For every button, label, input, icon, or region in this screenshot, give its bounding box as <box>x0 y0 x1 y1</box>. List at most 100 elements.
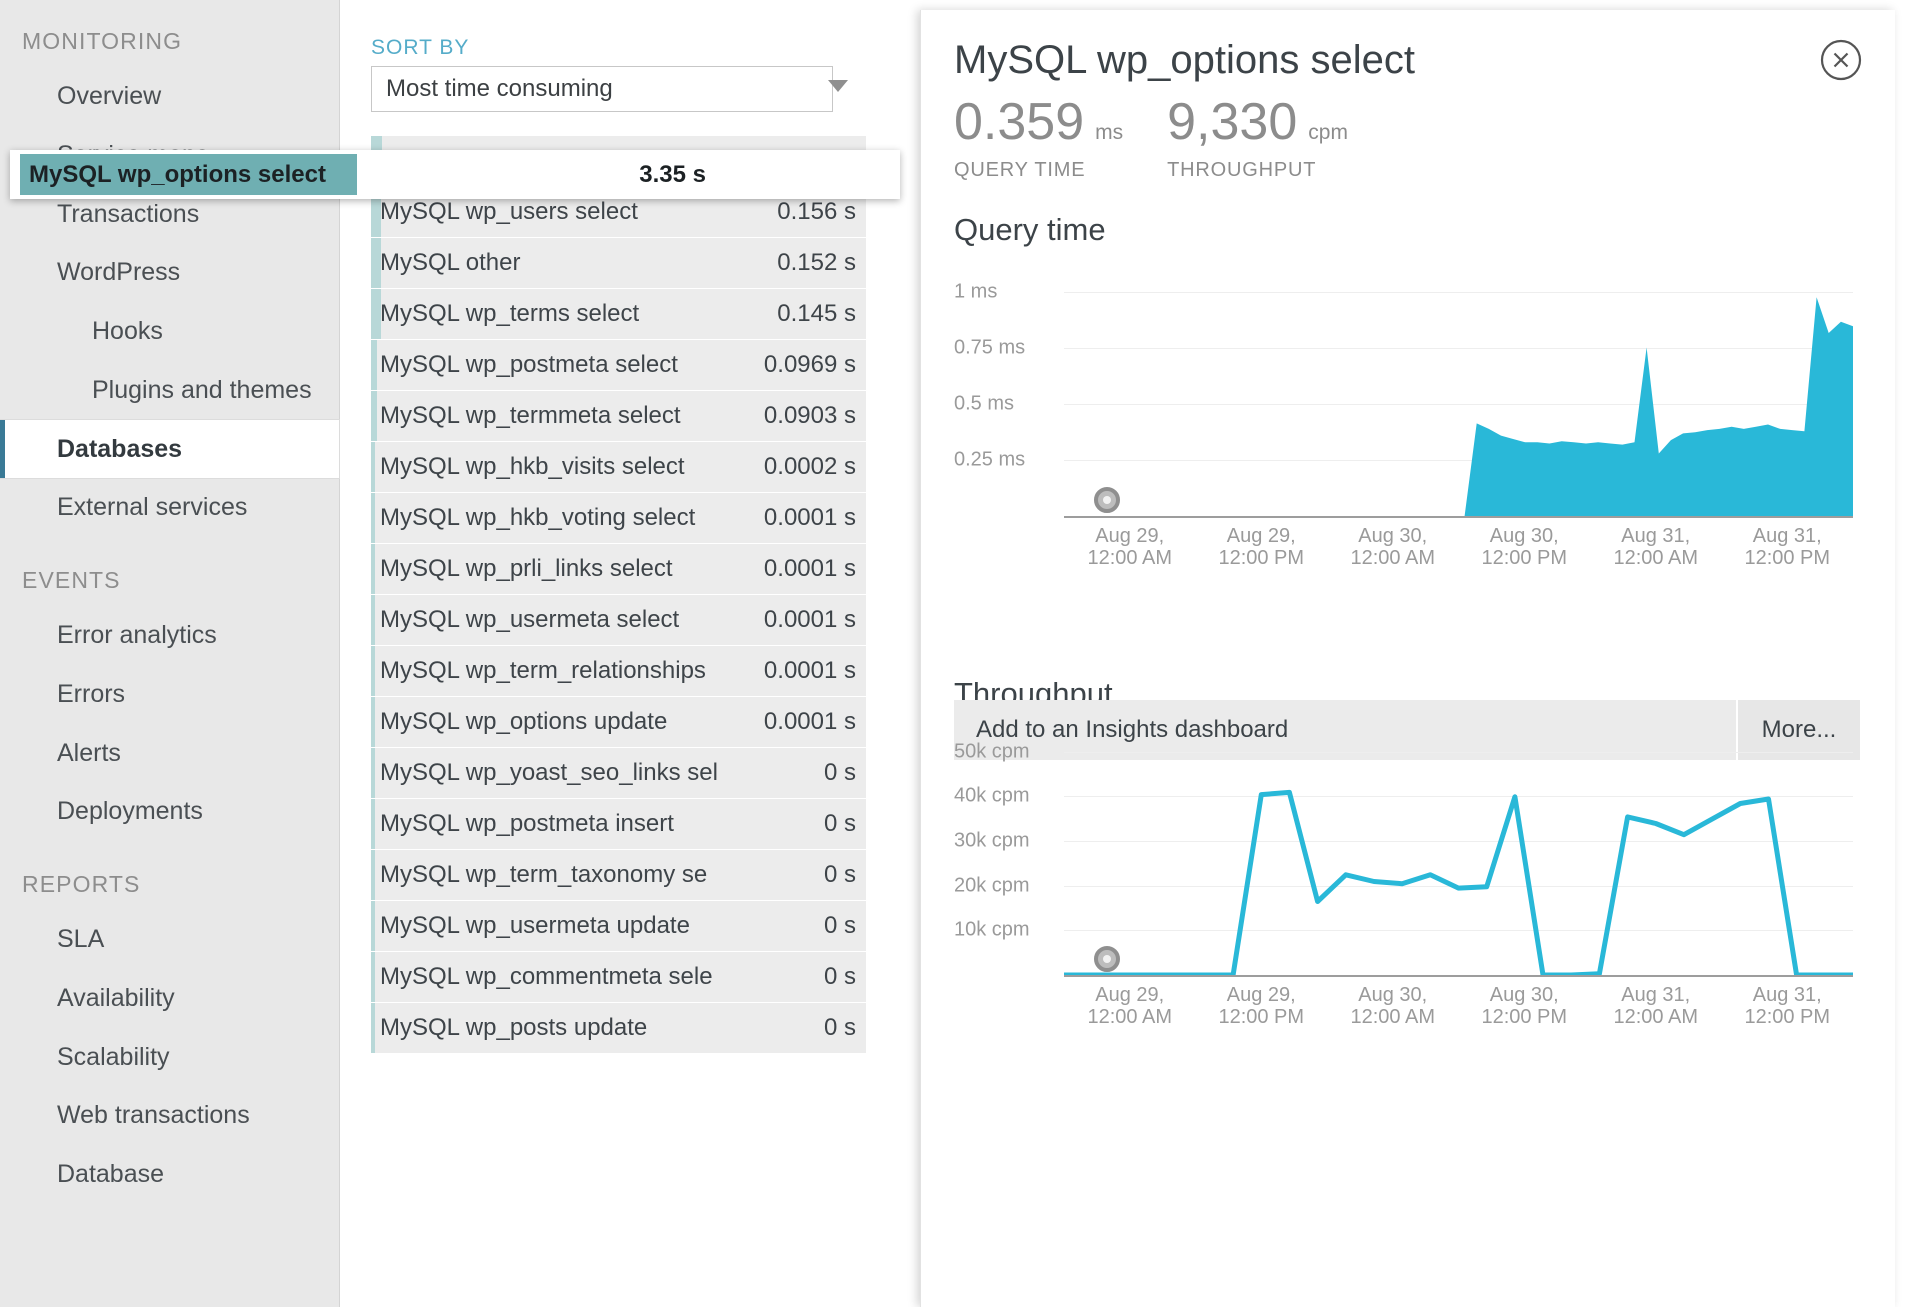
sidebar-item-external-services[interactable]: External services <box>0 478 339 537</box>
y-axis-tick-label: 40k cpm <box>954 785 1030 808</box>
table-row[interactable]: MySQL wp_hkb_visits select0.0002 s <box>371 442 866 492</box>
sidebar-item-alerts[interactable]: Alerts <box>0 724 339 783</box>
chart-scrubber-handle[interactable] <box>1094 946 1120 972</box>
row-name: MySQL wp_posts update <box>371 1014 824 1042</box>
x-axis-tick-label: Aug 30,12:00 AM <box>1350 525 1435 570</box>
table-row[interactable]: MySQL wp_postmeta insert0 s <box>371 799 866 849</box>
table-row[interactable]: MySQL other0.152 s <box>371 238 866 288</box>
x-axis-tick-label: Aug 30,12:00 PM <box>1481 525 1567 570</box>
sidebar-item-database[interactable]: Database <box>0 1145 339 1204</box>
throughput-value: 9,330 <box>1167 95 1297 150</box>
chart-series <box>1064 266 1853 516</box>
sort-by-select[interactable]: Most time consuming <box>371 66 833 112</box>
y-axis-tick-label: 20k cpm <box>954 874 1030 897</box>
close-icon[interactable] <box>1819 38 1863 82</box>
row-name: MySQL wp_options update <box>371 708 764 736</box>
chart-series <box>1064 730 1853 975</box>
table-row[interactable]: MySQL wp_options update0.0001 s <box>371 697 866 747</box>
query-time-unit: ms <box>1095 121 1123 145</box>
sidebar-item-errors[interactable]: Errors <box>0 665 339 724</box>
detail-title: MySQL wp_options select <box>921 10 1895 83</box>
sidebar-item-wordpress[interactable]: WordPress <box>0 243 339 302</box>
row-value: 0.0903 s <box>764 402 866 430</box>
row-value: 0 s <box>824 912 866 940</box>
sort-by-label: SORT BY <box>341 0 896 66</box>
row-name: MySQL wp_yoast_seo_links sel <box>371 759 824 787</box>
row-name: MySQL wp_termmeta select <box>371 402 764 430</box>
y-axis-tick-label: 30k cpm <box>954 829 1030 852</box>
row-name: MySQL wp_hkb_voting select <box>371 504 764 532</box>
x-axis-line <box>1064 975 1853 977</box>
row-value: 0.145 s <box>777 300 866 328</box>
sidebar-item-web-transactions[interactable]: Web transactions <box>0 1086 339 1145</box>
app-root: MONITORINGOverviewService mapsTransactio… <box>0 0 1905 1307</box>
x-axis-tick-label: Aug 29,12:00 PM <box>1218 525 1304 570</box>
detail-panel: MySQL wp_options select 0.359 ms QUERY T… <box>920 10 1895 1307</box>
row-value: 0 s <box>824 759 866 787</box>
sort-by-wrapper: Most time consuming <box>341 66 896 112</box>
row-name: MySQL wp_terms select <box>371 300 777 328</box>
nav-section-title-events: EVENTS <box>0 537 339 606</box>
y-axis-tick-label: 10k cpm <box>954 919 1030 942</box>
row-name: MySQL other <box>371 249 777 277</box>
x-axis-line <box>1064 516 1853 518</box>
sidebar-item-sla[interactable]: SLA <box>0 910 339 969</box>
selected-row-name: MySQL wp_options select <box>10 161 639 189</box>
y-axis-tick-label: 0.5 ms <box>954 392 1014 415</box>
row-value: 0.0001 s <box>764 657 866 685</box>
sidebar-item-overview[interactable]: Overview <box>0 67 339 126</box>
table-row[interactable]: MySQL wp_posts update0 s <box>371 1003 866 1053</box>
metric-throughput: 9,330 cpm THROUGHPUT <box>1167 95 1348 182</box>
x-axis-tick-label: Aug 31,12:00 PM <box>1744 984 1830 1029</box>
row-name: MySQL wp_commentmeta sele <box>371 963 824 991</box>
selected-query-row[interactable]: MySQL wp_options select 3.35 s <box>10 150 900 199</box>
row-name: MySQL wp_term_relationships <box>371 657 764 685</box>
selected-row-value: 3.35 s <box>639 161 900 189</box>
y-axis-tick-label: 0.75 ms <box>954 337 1025 360</box>
sidebar-item-availability[interactable]: Availability <box>0 969 339 1028</box>
metric-query-time: 0.359 ms QUERY TIME <box>954 95 1123 182</box>
table-row[interactable]: MySQL wp_hkb_voting select0.0001 s <box>371 493 866 543</box>
row-name: MySQL wp_hkb_visits select <box>371 453 764 481</box>
x-axis-tick-label: Aug 30,12:00 AM <box>1350 984 1435 1029</box>
x-axis-tick-label: Aug 29,12:00 PM <box>1218 984 1304 1029</box>
row-name: MySQL wp_postmeta select <box>371 351 764 379</box>
query-time-chart[interactable]: 1 ms0.75 ms0.5 ms0.25 msAug 29,12:00 AMA… <box>954 252 1859 592</box>
x-axis-tick-label: Aug 31,12:00 AM <box>1613 984 1698 1029</box>
query-rows: MySQL wp_posts select0.161 sMySQL wp_use… <box>341 136 896 1053</box>
sidebar-item-error-analytics[interactable]: Error analytics <box>0 606 339 665</box>
table-row[interactable]: MySQL wp_usermeta update0 s <box>371 901 866 951</box>
x-axis-tick-label: Aug 30,12:00 PM <box>1481 984 1567 1029</box>
sidebar-item-plugins-and-themes[interactable]: Plugins and themes <box>0 361 339 420</box>
throughput-label: THROUGHPUT <box>1167 159 1348 182</box>
y-axis-tick-label: 50k cpm <box>954 740 1030 763</box>
table-row[interactable]: MySQL wp_prli_links select0.0001 s <box>371 544 866 594</box>
row-value: 0.0969 s <box>764 351 866 379</box>
chart-scrubber-handle[interactable] <box>1094 487 1120 513</box>
sidebar-item-hooks[interactable]: Hooks <box>0 302 339 361</box>
table-row[interactable]: MySQL wp_commentmeta sele0 s <box>371 952 866 1002</box>
throughput-chart[interactable]: 50k cpm 40k cpm 30k cpm 20k cpm 10k cpm Aug 2… <box>954 716 1859 1051</box>
row-value: 0 s <box>824 861 866 889</box>
table-row[interactable]: MySQL wp_terms select0.145 s <box>371 289 866 339</box>
row-value: 0.0001 s <box>764 504 866 532</box>
row-value: 0.156 s <box>777 198 866 226</box>
sidebar-item-deployments[interactable]: Deployments <box>0 782 339 841</box>
row-name: MySQL wp_term_taxonomy se <box>371 861 824 889</box>
table-row[interactable]: MySQL wp_yoast_seo_links sel0 s <box>371 748 866 798</box>
x-axis-tick-label: Aug 29,12:00 AM <box>1087 525 1172 570</box>
table-row[interactable]: MySQL wp_usermeta select0.0001 s <box>371 595 866 645</box>
row-value: 0 s <box>824 810 866 838</box>
table-row[interactable]: MySQL wp_term_taxonomy se0 s <box>371 850 866 900</box>
row-value: 0.152 s <box>777 249 866 277</box>
x-axis-tick-label: Aug 31,12:00 AM <box>1613 525 1698 570</box>
table-row[interactable]: MySQL wp_postmeta select0.0969 s <box>371 340 866 390</box>
sidebar-item-databases[interactable]: Databases <box>0 420 339 479</box>
sidebar-item-scalability[interactable]: Scalability <box>0 1028 339 1087</box>
query-time-value: 0.359 <box>954 95 1084 150</box>
table-row[interactable]: MySQL wp_term_relationships0.0001 s <box>371 646 866 696</box>
x-axis-tick-label: Aug 31,12:00 PM <box>1744 525 1830 570</box>
table-row[interactable]: MySQL wp_termmeta select0.0903 s <box>371 391 866 441</box>
row-name: MySQL wp_usermeta select <box>371 606 764 634</box>
row-value: 0 s <box>824 963 866 991</box>
